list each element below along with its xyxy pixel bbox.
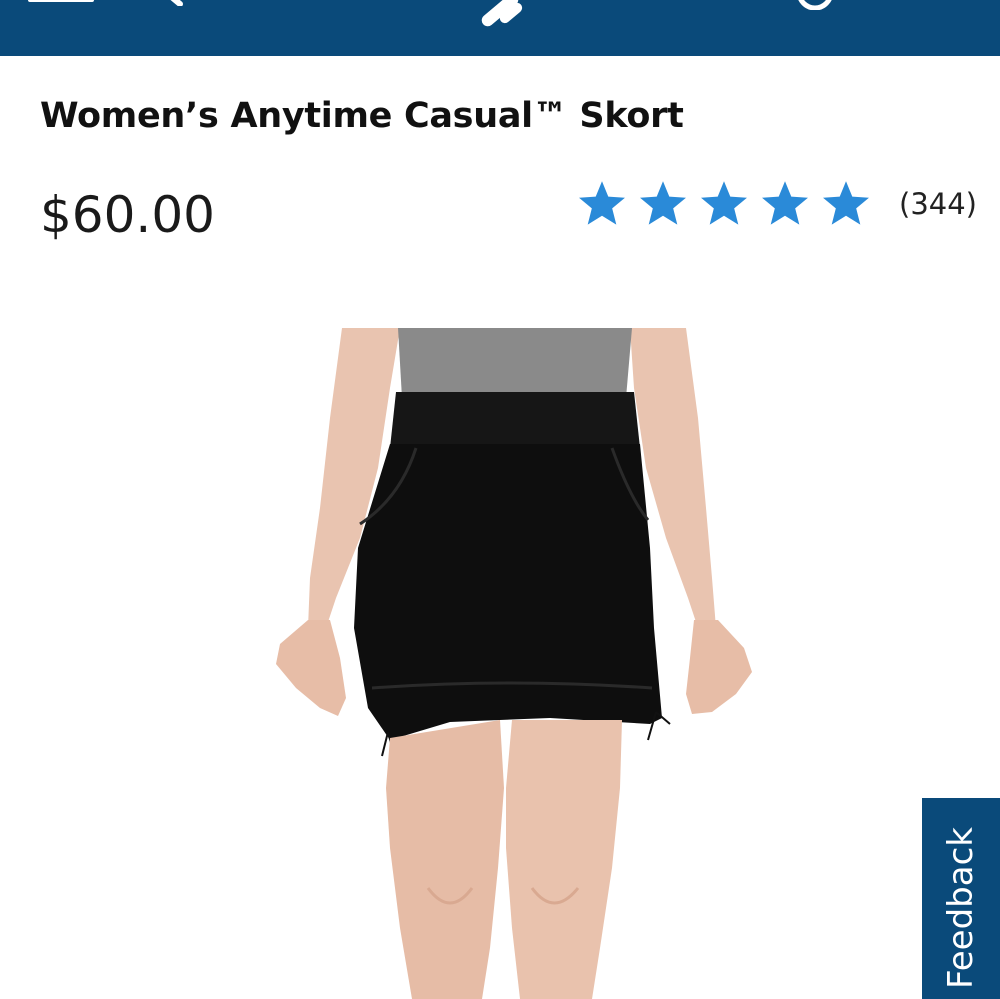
product-price: $60.00: [40, 186, 215, 244]
brand-logo-icon[interactable]: [470, 0, 530, 30]
feedback-label: Feedback: [941, 827, 981, 989]
product-title: Women’s Anytime Casual™ Skort: [40, 96, 684, 136]
account-icon[interactable]: [790, 0, 840, 10]
star-rating: [576, 178, 881, 230]
cart-icon[interactable]: [880, 0, 920, 6]
star-icon: [579, 181, 625, 225]
menu-icon[interactable]: [28, 0, 94, 6]
star-icon: [762, 181, 808, 225]
star-icon: [823, 181, 869, 225]
product-image[interactable]: [250, 328, 770, 999]
top-header: [0, 0, 1000, 56]
star-icon: [640, 181, 686, 225]
product-page: Women’s Anytime Casual™ Skort $60.00 (34…: [0, 0, 1000, 999]
feedback-tab[interactable]: Feedback: [922, 798, 1000, 999]
review-count[interactable]: (344): [899, 187, 977, 221]
star-icon: [701, 181, 747, 225]
rating[interactable]: (344): [576, 178, 977, 230]
search-icon[interactable]: [150, 0, 190, 6]
